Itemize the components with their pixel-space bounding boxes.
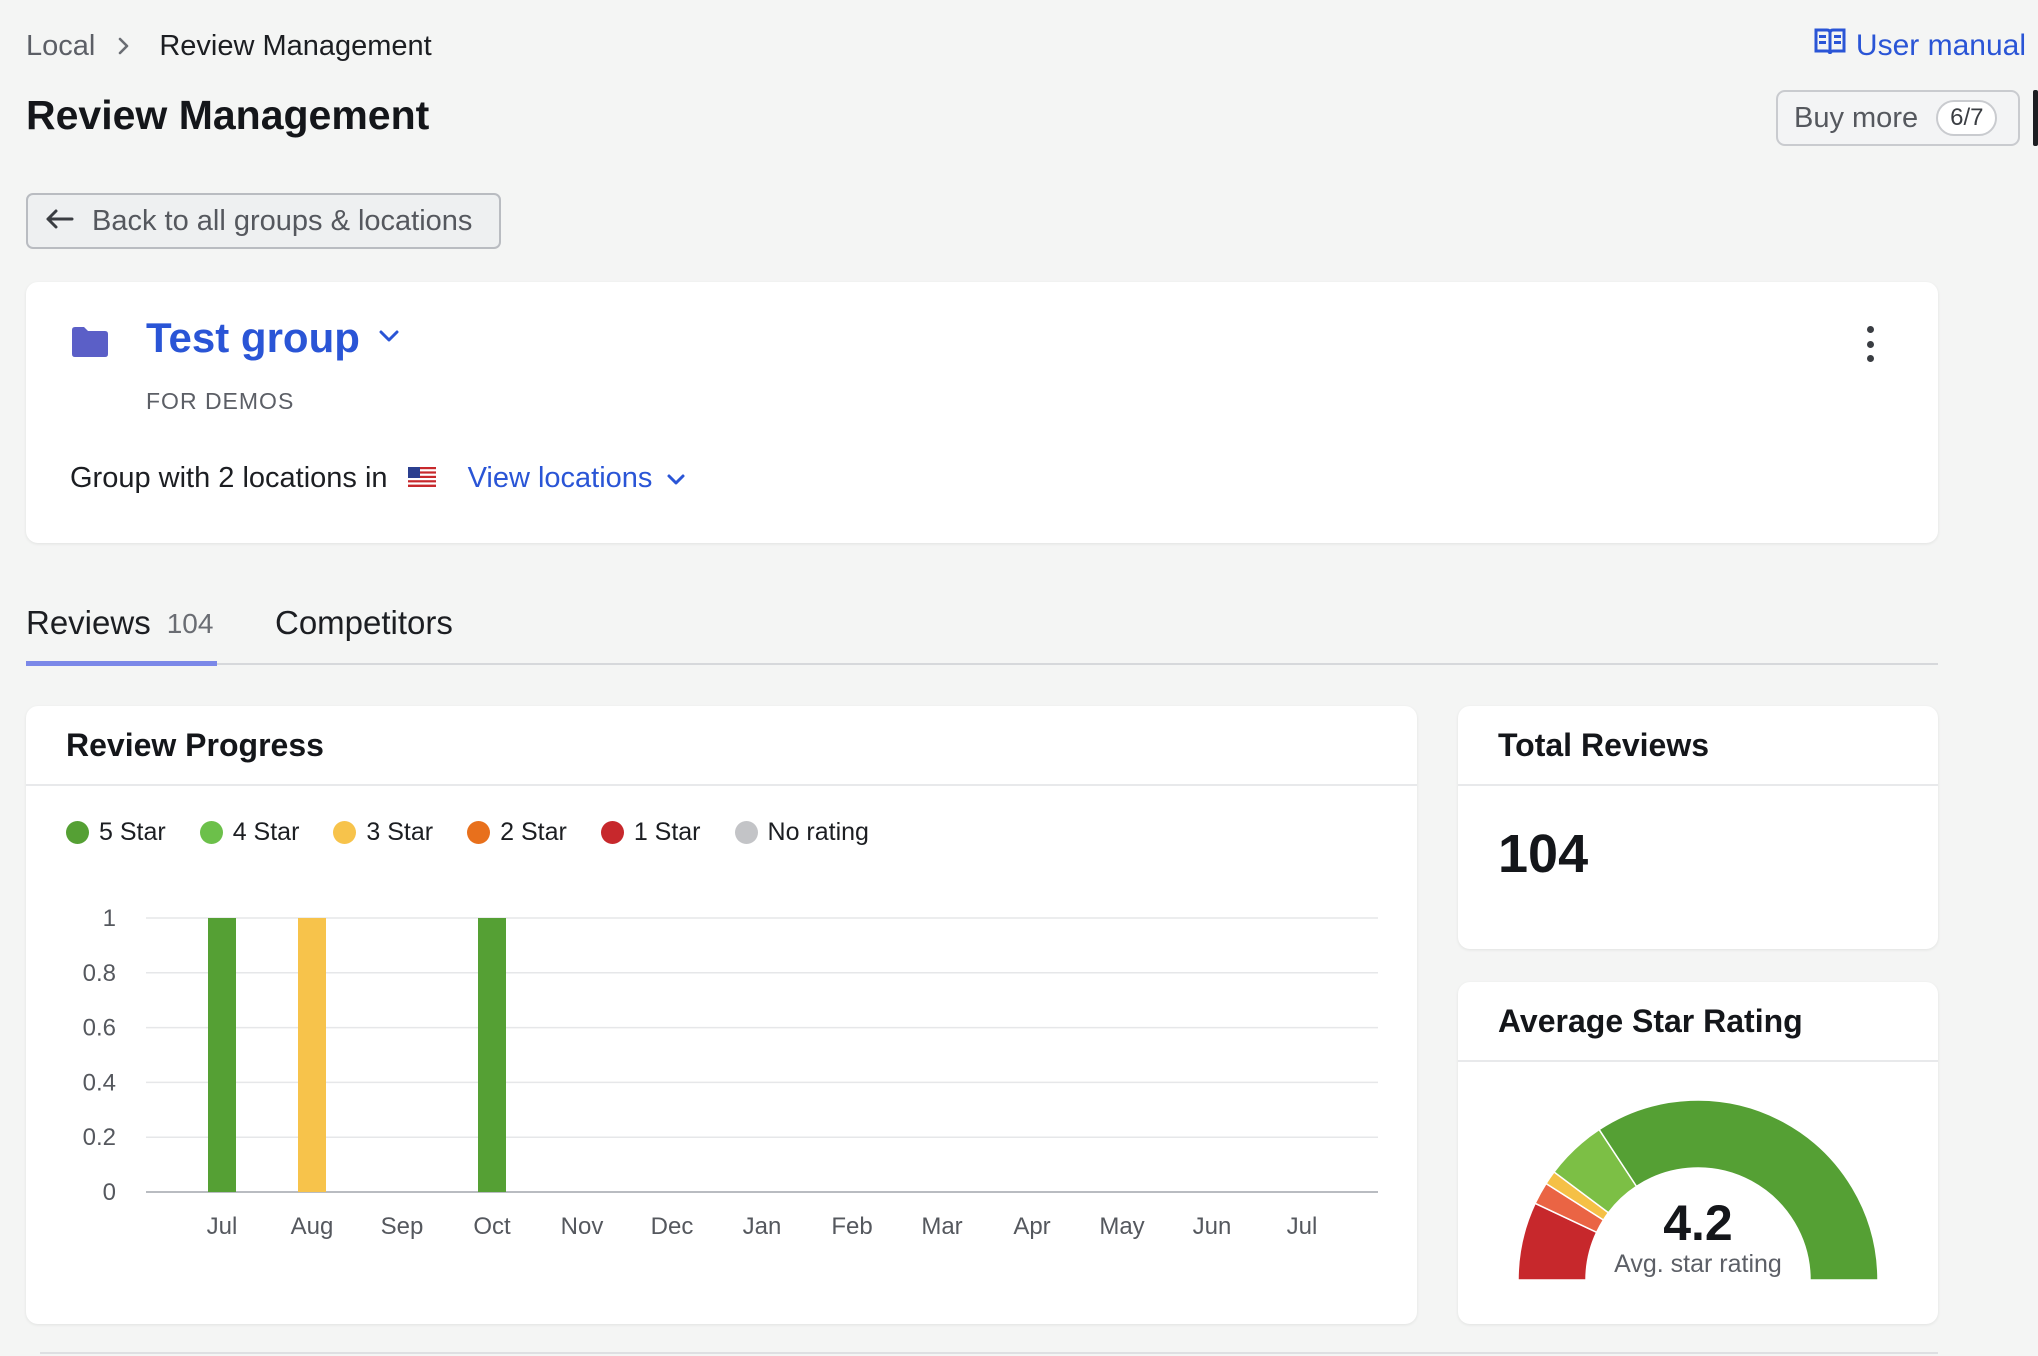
group-name: Test group xyxy=(146,314,360,361)
x-tick-label: Aug xyxy=(291,1213,334,1240)
y-tick-label: 0.8 xyxy=(83,960,116,987)
page-title: Review Management xyxy=(26,92,430,138)
back-to-groups-button[interactable]: Back to all groups & locations xyxy=(26,193,501,249)
buy-more-button[interactable]: Buy more 6/7 xyxy=(1776,90,2020,146)
y-tick-label: 0 xyxy=(103,1179,116,1206)
review-progress-chart: 0 0.2 0.4 0.6 0.8 1 Jul Aug Sep Oct Nov Dec Jan Feb Ma… xyxy=(83,905,1378,1240)
x-tick-label: Jan xyxy=(743,1213,782,1240)
legend-dot xyxy=(333,821,357,844)
x-tick-label: Jul xyxy=(1287,1213,1318,1240)
group-selector[interactable]: Test group xyxy=(146,314,400,362)
back-button-label: Back to all groups & locations xyxy=(92,204,473,237)
legend-label: 1 Star xyxy=(633,818,701,846)
user-manual-label: User manual xyxy=(1855,29,2026,62)
y-tick-label: 0.4 xyxy=(83,1069,116,1096)
legend-label: 4 Star xyxy=(232,818,300,846)
legend-item[interactable]: 1 Star xyxy=(600,818,701,847)
legend-item[interactable]: 2 Star xyxy=(467,818,567,847)
legend-dot xyxy=(734,821,758,844)
buy-more-count-badge: 6/7 xyxy=(1936,100,1998,136)
tab-reviews-label: Reviews xyxy=(26,604,151,641)
x-tick-label: Mar xyxy=(921,1213,962,1240)
total-reviews-value: 104 xyxy=(1498,824,1589,884)
legend-item[interactable]: No rating xyxy=(734,818,869,847)
tab-competitors[interactable]: Competitors xyxy=(275,598,453,666)
legend-dot xyxy=(66,821,89,844)
tab-competitors-label: Competitors xyxy=(275,604,453,641)
book-icon xyxy=(1814,27,1846,65)
breadcrumb: Local Review Management xyxy=(26,26,432,66)
review-progress-title: Review Progress xyxy=(66,727,324,763)
view-locations-label: View locations xyxy=(467,461,653,494)
arrow-left-icon xyxy=(44,205,74,238)
group-subtitle: FOR DEMOS xyxy=(146,388,295,414)
average-rating-label: Avg. star rating xyxy=(1614,1250,1782,1278)
x-tick-label: Nov xyxy=(561,1213,604,1240)
x-tick-label: Apr xyxy=(1013,1213,1050,1240)
bar-3-star[interactable] xyxy=(298,918,326,1192)
cropped-button-edge[interactable] xyxy=(2033,90,2038,146)
x-tick-label: May xyxy=(1099,1213,1144,1240)
breadcrumb-current: Review Management xyxy=(159,29,432,62)
card-divider xyxy=(1458,1060,1938,1062)
average-rating-title: Average Star Rating xyxy=(1498,1003,1803,1039)
legend-item[interactable]: 3 Star xyxy=(333,818,433,847)
card-divider xyxy=(26,784,1417,786)
user-manual-link[interactable]: User manual xyxy=(1814,26,2026,66)
chart-legend: 5 Star 4 Star 3 Star 2 Star 1 Star No rating xyxy=(66,818,869,847)
legend-item[interactable]: 4 Star xyxy=(199,818,300,847)
y-tick-label: 1 xyxy=(103,905,116,932)
average-rating-value: 4.2 xyxy=(1663,1195,1733,1251)
legend-label: No rating xyxy=(767,818,869,846)
total-reviews-title: Total Reviews xyxy=(1498,727,1710,763)
legend-dot xyxy=(600,821,624,844)
tab-reviews[interactable]: Reviews 104 xyxy=(26,598,217,666)
card-divider xyxy=(1458,784,1938,786)
group-locations-text: Group with 2 locations in xyxy=(70,461,388,494)
tab-reviews-count: 104 xyxy=(166,608,214,639)
bar-5-star[interactable] xyxy=(208,918,236,1192)
legend-dot xyxy=(467,821,491,844)
x-tick-label: Oct xyxy=(473,1213,511,1240)
view-locations-dropdown[interactable]: View locations xyxy=(468,462,687,495)
group-locations-row: Group with 2 locations in View locations xyxy=(70,458,686,498)
legend-item[interactable]: 5 Star xyxy=(66,818,166,847)
chevron-down-icon xyxy=(666,462,686,495)
legend-label: 2 Star xyxy=(500,818,567,846)
legend-label: 3 Star xyxy=(366,818,434,846)
page-bottom-divider xyxy=(40,1352,1938,1354)
breadcrumb-local-link[interactable]: Local xyxy=(26,30,95,63)
more-options-icon[interactable] xyxy=(1862,326,1878,362)
buy-more-label: Buy more xyxy=(1794,101,1919,134)
legend-label: 5 Star xyxy=(99,818,166,846)
y-tick-label: 0.2 xyxy=(83,1124,116,1151)
us-flag-icon xyxy=(407,462,436,495)
x-tick-label: Jun xyxy=(1193,1213,1232,1240)
chevron-right-icon xyxy=(117,36,131,56)
x-tick-label: Sep xyxy=(381,1213,424,1240)
folder-icon xyxy=(70,326,110,363)
y-tick-label: 0.6 xyxy=(83,1015,116,1042)
tabs: Reviews 104 Competitors xyxy=(26,598,453,666)
x-tick-label: Feb xyxy=(831,1213,872,1240)
bar-5-star[interactable] xyxy=(478,918,506,1192)
chevron-down-icon xyxy=(378,328,400,349)
x-tick-label: Jul xyxy=(207,1213,238,1240)
x-tick-label: Dec xyxy=(651,1213,694,1240)
legend-dot xyxy=(199,821,223,844)
